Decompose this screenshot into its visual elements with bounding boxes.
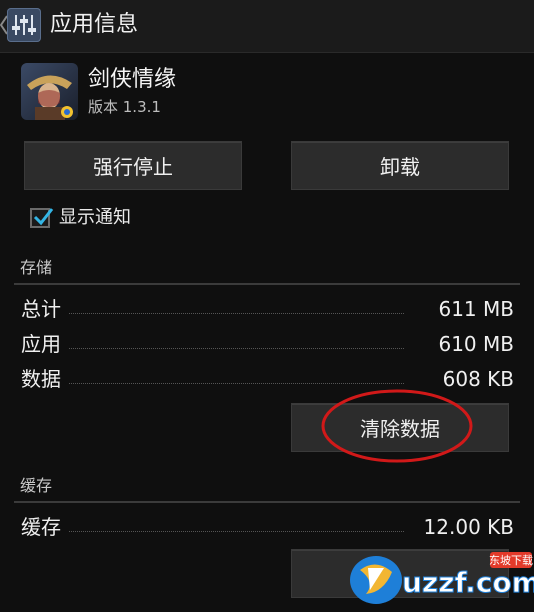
storage-row-total: 总计 611 MB xyxy=(21,294,514,324)
force-stop-button[interactable]: 强行停止 xyxy=(24,141,242,190)
show-notification-label: 显示通知 xyxy=(59,207,131,228)
uninstall-button[interactable]: 卸载 xyxy=(291,141,509,190)
row-value: 610 MB xyxy=(438,332,514,356)
app-name: 剑侠情缘 xyxy=(88,67,177,92)
storage-section-header: 存储 xyxy=(20,258,53,277)
show-notification-checkbox[interactable] xyxy=(30,208,54,228)
checkmark-icon xyxy=(33,208,54,226)
svg-text:东坡下载: 东坡下载 xyxy=(489,554,533,567)
storage-divider xyxy=(14,283,520,285)
storage-row-app: 应用 610 MB xyxy=(21,329,514,359)
settings-sliders-icon[interactable] xyxy=(7,8,41,42)
row-value: 611 MB xyxy=(438,297,514,321)
red-circle-annotation xyxy=(321,389,473,463)
dotted-leader xyxy=(69,531,404,532)
action-bar: 应用信息 xyxy=(0,0,534,53)
row-label: 缓存 xyxy=(21,515,61,539)
row-label: 应用 xyxy=(21,332,61,356)
row-value: 12.00 KB xyxy=(423,515,514,539)
dotted-leader xyxy=(69,348,404,349)
app-version: 版本 1.3.1 xyxy=(88,98,161,116)
row-label: 总计 xyxy=(21,297,61,321)
dotted-leader xyxy=(69,383,404,384)
cache-divider xyxy=(14,501,520,503)
row-label: 数据 xyxy=(21,367,61,391)
cache-section-header: 缓存 xyxy=(20,476,53,495)
uzzf-watermark-logo: uzzf.com 东坡下载 xyxy=(350,552,534,604)
cache-row: 缓存 12.00 KB xyxy=(21,512,514,542)
game-app-icon xyxy=(21,63,78,120)
svg-text:uzzf.com: uzzf.com xyxy=(402,566,534,599)
app-info-screen: 应用信息 剑侠情缘 版本 1.3.1 强行停止 卸载 显示通知 存储 总计 61… xyxy=(0,0,534,612)
dotted-leader xyxy=(69,313,404,314)
page-title: 应用信息 xyxy=(50,12,139,37)
